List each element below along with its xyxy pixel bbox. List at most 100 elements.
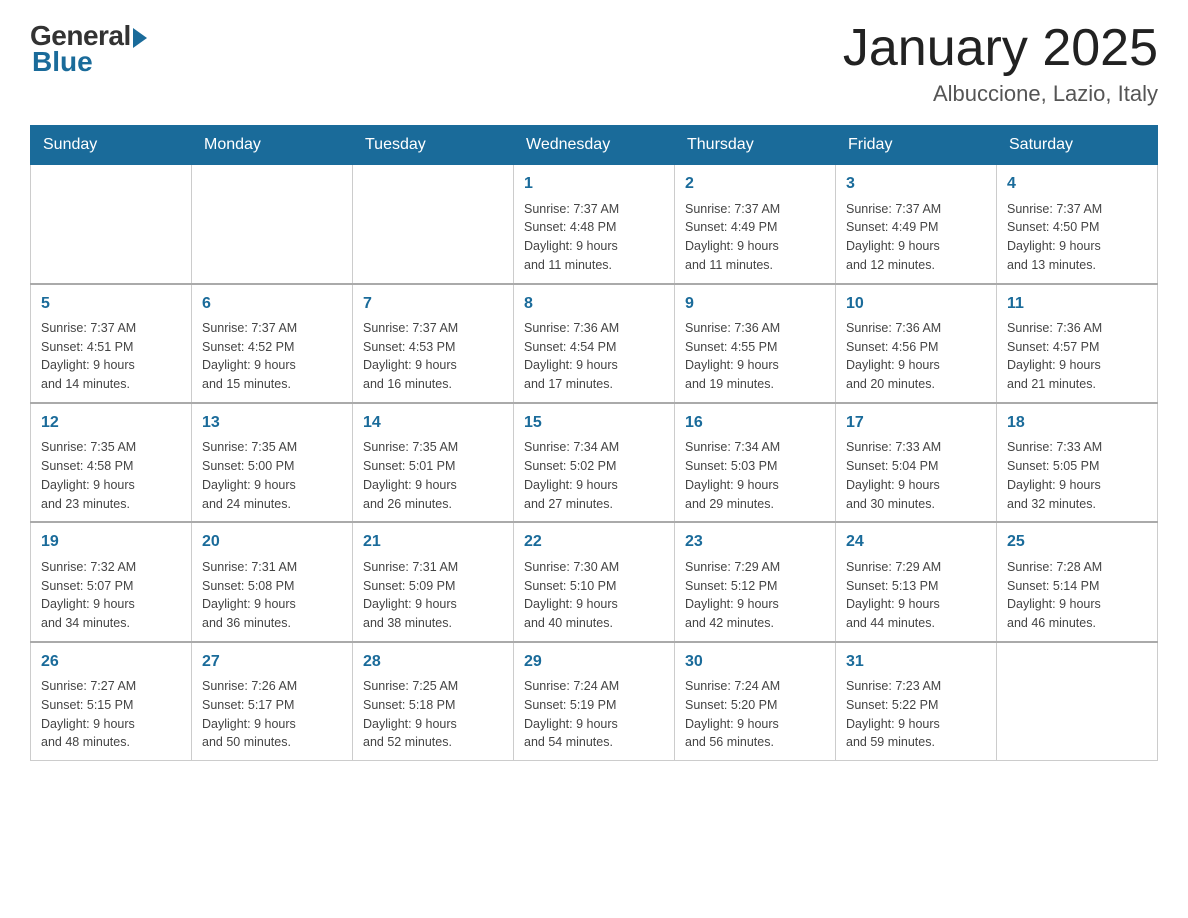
header-sunday: Sunday [31, 126, 192, 165]
calendar-cell: 18Sunrise: 7:33 AMSunset: 5:05 PMDayligh… [997, 403, 1158, 522]
calendar-cell: 27 Sunrise: 7:26 AMSunset: 5:17 PMDayligh… [192, 642, 353, 761]
calendar-cell [192, 165, 353, 284]
page-header: General Blue January 2025 Albuccione, La… [30, 20, 1158, 107]
calendar-cell: 2Sunrise: 7:37 AMSunset: 4:49 PMDaylight… [675, 165, 836, 284]
calendar-cell: 28 Sunrise: 7:25 AMSunset: 5:18 PMDayligh… [353, 642, 514, 761]
calendar-cell: 22Sunrise: 7:30 AMSunset: 5:10 PMDayligh… [514, 522, 675, 641]
day-number: 24 [846, 531, 986, 553]
calendar-cell: 20 Sunrise: 7:31 AMSunset: 5:08 PMDayligh… [192, 522, 353, 641]
calendar-cell: 31Sunrise: 7:23 AMSunset: 5:22 PMDayligh… [836, 642, 997, 761]
day-info: Sunrise: 7:28 AMSunset: 5:14 PMDaylight:… [1007, 558, 1147, 633]
day-number: 11 [1007, 293, 1147, 315]
header-friday: Friday [836, 126, 997, 165]
logo-blue-text: Blue [32, 46, 93, 78]
calendar-week-row: 19 Sunrise: 7:32 AMSunset: 5:07 PMDayligh… [31, 522, 1158, 641]
day-number: 23 [685, 531, 825, 553]
calendar-cell: 10 Sunrise: 7:36 AMSunset: 4:56 PMDayligh… [836, 284, 997, 403]
calendar-cell: 19 Sunrise: 7:32 AMSunset: 5:07 PMDayligh… [31, 522, 192, 641]
day-number: 16 [685, 412, 825, 434]
day-info: Sunrise: 7:29 AMSunset: 5:13 PMDaylight:… [846, 558, 986, 633]
day-info: Sunrise: 7:36 AMSunset: 4:54 PMDaylight:… [524, 319, 664, 394]
calendar-cell: 5 Sunrise: 7:37 AMSunset: 4:51 PMDaylight… [31, 284, 192, 403]
calendar-cell: 7 Sunrise: 7:37 AMSunset: 4:53 PMDaylight… [353, 284, 514, 403]
calendar-cell: 26Sunrise: 7:27 AMSunset: 5:15 PMDayligh… [31, 642, 192, 761]
day-info: Sunrise: 7:36 AMSunset: 4:57 PMDaylight:… [1007, 319, 1147, 394]
day-info: Sunrise: 7:37 AMSunset: 4:50 PMDaylight:… [1007, 200, 1147, 275]
day-number: 25 [1007, 531, 1147, 553]
day-info: Sunrise: 7:29 AMSunset: 5:12 PMDaylight:… [685, 558, 825, 633]
calendar-cell: 21 Sunrise: 7:31 AMSunset: 5:09 PMDayligh… [353, 522, 514, 641]
day-info: Sunrise: 7:25 AMSunset: 5:18 PMDaylight:… [363, 677, 503, 752]
calendar-cell: 29 Sunrise: 7:24 AMSunset: 5:19 PMDayligh… [514, 642, 675, 761]
calendar-cell: 16 Sunrise: 7:34 AMSunset: 5:03 PMDayligh… [675, 403, 836, 522]
calendar-header-row: Sunday Monday Tuesday Wednesday Thursday… [31, 126, 1158, 165]
calendar-cell: 17 Sunrise: 7:33 AMSunset: 5:04 PMDayligh… [836, 403, 997, 522]
day-number: 1 [524, 173, 664, 195]
day-number: 9 [685, 293, 825, 315]
day-info: Sunrise: 7:37 AMSunset: 4:53 PMDaylight:… [363, 319, 503, 394]
calendar-week-row: 26Sunrise: 7:27 AMSunset: 5:15 PMDayligh… [31, 642, 1158, 761]
calendar-cell: 1 Sunrise: 7:37 AMSunset: 4:48 PMDaylight… [514, 165, 675, 284]
day-number: 12 [41, 412, 181, 434]
day-number: 10 [846, 293, 986, 315]
day-info: Sunrise: 7:31 AMSunset: 5:09 PMDaylight:… [363, 558, 503, 633]
day-info: Sunrise: 7:37 AMSunset: 4:51 PMDaylight:… [41, 319, 181, 394]
day-info: Sunrise: 7:32 AMSunset: 5:07 PMDaylight:… [41, 558, 181, 633]
day-number: 29 [524, 651, 664, 673]
day-number: 15 [524, 412, 664, 434]
calendar-cell: 23 Sunrise: 7:29 AMSunset: 5:12 PMDayligh… [675, 522, 836, 641]
header-thursday: Thursday [675, 126, 836, 165]
calendar-week-row: 5 Sunrise: 7:37 AMSunset: 4:51 PMDaylight… [31, 284, 1158, 403]
calendar-week-row: 1 Sunrise: 7:37 AMSunset: 4:48 PMDaylight… [31, 165, 1158, 284]
day-info: Sunrise: 7:37 AMSunset: 4:52 PMDaylight:… [202, 319, 342, 394]
day-number: 28 [363, 651, 503, 673]
day-number: 21 [363, 531, 503, 553]
calendar-cell [31, 165, 192, 284]
day-number: 17 [846, 412, 986, 434]
day-info: Sunrise: 7:35 AMSunset: 5:01 PMDaylight:… [363, 438, 503, 513]
day-number: 14 [363, 412, 503, 434]
day-info: Sunrise: 7:24 AMSunset: 5:20 PMDaylight:… [685, 677, 825, 752]
day-info: Sunrise: 7:36 AMSunset: 4:55 PMDaylight:… [685, 319, 825, 394]
header-tuesday: Tuesday [353, 126, 514, 165]
day-number: 7 [363, 293, 503, 315]
calendar-cell: 15 Sunrise: 7:34 AMSunset: 5:02 PMDayligh… [514, 403, 675, 522]
day-number: 19 [41, 531, 181, 553]
day-info: Sunrise: 7:37 AMSunset: 4:49 PMDaylight:… [846, 200, 986, 275]
title-area: January 2025 Albuccione, Lazio, Italy [843, 20, 1158, 107]
day-number: 31 [846, 651, 986, 673]
day-number: 22 [524, 531, 664, 553]
calendar-cell [353, 165, 514, 284]
day-info: Sunrise: 7:34 AMSunset: 5:03 PMDaylight:… [685, 438, 825, 513]
calendar-cell: 6Sunrise: 7:37 AMSunset: 4:52 PMDaylight… [192, 284, 353, 403]
calendar-week-row: 12 Sunrise: 7:35 AMSunset: 4:58 PMDayligh… [31, 403, 1158, 522]
day-info: Sunrise: 7:35 AMSunset: 4:58 PMDaylight:… [41, 438, 181, 513]
logo: General Blue [30, 20, 147, 78]
header-wednesday: Wednesday [514, 126, 675, 165]
day-number: 5 [41, 293, 181, 315]
calendar-cell: 11 Sunrise: 7:36 AMSunset: 4:57 PMDayligh… [997, 284, 1158, 403]
day-info: Sunrise: 7:36 AMSunset: 4:56 PMDaylight:… [846, 319, 986, 394]
day-number: 4 [1007, 173, 1147, 195]
day-number: 3 [846, 173, 986, 195]
calendar-cell: 12 Sunrise: 7:35 AMSunset: 4:58 PMDayligh… [31, 403, 192, 522]
day-info: Sunrise: 7:33 AMSunset: 5:04 PMDaylight:… [846, 438, 986, 513]
day-info: Sunrise: 7:34 AMSunset: 5:02 PMDaylight:… [524, 438, 664, 513]
calendar-cell: 14 Sunrise: 7:35 AMSunset: 5:01 PMDayligh… [353, 403, 514, 522]
day-info: Sunrise: 7:31 AMSunset: 5:08 PMDaylight:… [202, 558, 342, 633]
day-number: 27 [202, 651, 342, 673]
calendar-cell: 8Sunrise: 7:36 AMSunset: 4:54 PMDaylight… [514, 284, 675, 403]
day-info: Sunrise: 7:37 AMSunset: 4:48 PMDaylight:… [524, 200, 664, 275]
day-info: Sunrise: 7:26 AMSunset: 5:17 PMDaylight:… [202, 677, 342, 752]
day-number: 20 [202, 531, 342, 553]
day-number: 30 [685, 651, 825, 673]
day-info: Sunrise: 7:37 AMSunset: 4:49 PMDaylight:… [685, 200, 825, 275]
calendar-cell: 4 Sunrise: 7:37 AMSunset: 4:50 PMDaylight… [997, 165, 1158, 284]
header-saturday: Saturday [997, 126, 1158, 165]
calendar-subtitle: Albuccione, Lazio, Italy [843, 81, 1158, 107]
calendar-title: January 2025 [843, 20, 1158, 77]
day-number: 13 [202, 412, 342, 434]
calendar-cell: 9 Sunrise: 7:36 AMSunset: 4:55 PMDaylight… [675, 284, 836, 403]
day-info: Sunrise: 7:27 AMSunset: 5:15 PMDaylight:… [41, 677, 181, 752]
day-info: Sunrise: 7:24 AMSunset: 5:19 PMDaylight:… [524, 677, 664, 752]
